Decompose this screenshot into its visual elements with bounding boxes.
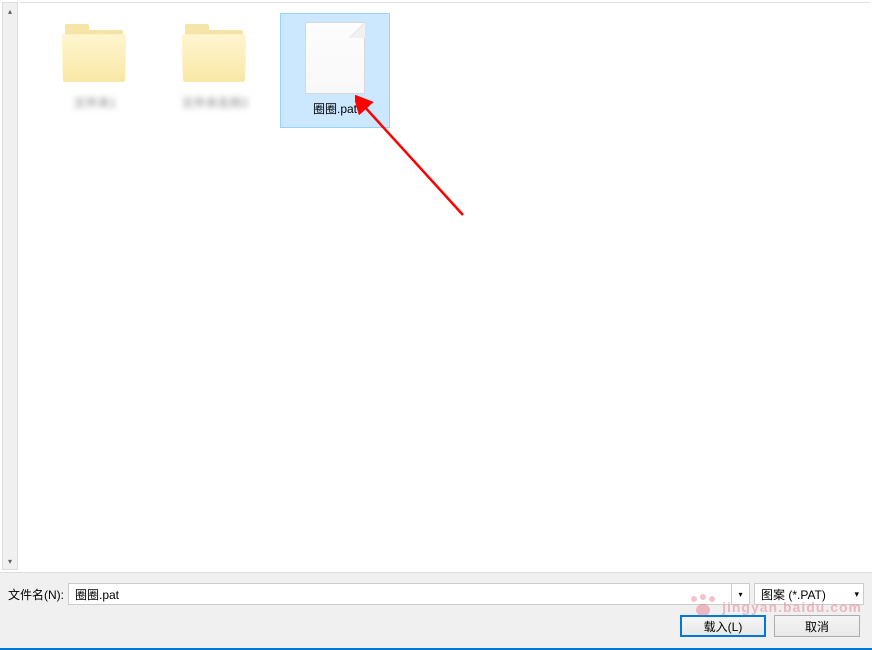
filename-dropdown-button[interactable]: ▾ xyxy=(732,583,750,605)
filetype-filter-dropdown[interactable]: 图案 (*.PAT) xyxy=(754,583,864,605)
folder-icon xyxy=(63,30,127,86)
file-list-area[interactable]: 文件夹1 文件夹名称2 圈圈.pat xyxy=(20,2,870,570)
scroll-down-button[interactable]: ▾ xyxy=(3,553,17,569)
folder-item[interactable]: 文件夹1 xyxy=(40,13,150,128)
scroll-up-button[interactable]: ▴ xyxy=(3,3,17,19)
filename-label: 文件名(N): xyxy=(8,586,64,603)
cancel-button[interactable]: 取消 xyxy=(774,615,860,637)
bottom-panel: 文件名(N): ▾ 图案 (*.PAT) 载入(L) 取消 xyxy=(0,572,872,650)
item-label: 圈圈.pat xyxy=(313,100,357,117)
item-label: 文件夹名称2 xyxy=(182,94,249,111)
filename-input[interactable] xyxy=(68,583,732,605)
filter-label: 图案 (*.PAT) xyxy=(761,586,826,603)
item-label: 文件夹1 xyxy=(74,94,117,111)
folder-icon xyxy=(183,30,247,86)
folder-item[interactable]: 文件夹名称2 xyxy=(160,13,270,128)
file-item[interactable]: 圈圈.pat xyxy=(280,13,390,128)
load-button[interactable]: 载入(L) xyxy=(680,615,766,637)
vertical-scrollbar[interactable]: ▴ ▾ xyxy=(2,2,18,570)
document-icon xyxy=(305,22,365,94)
